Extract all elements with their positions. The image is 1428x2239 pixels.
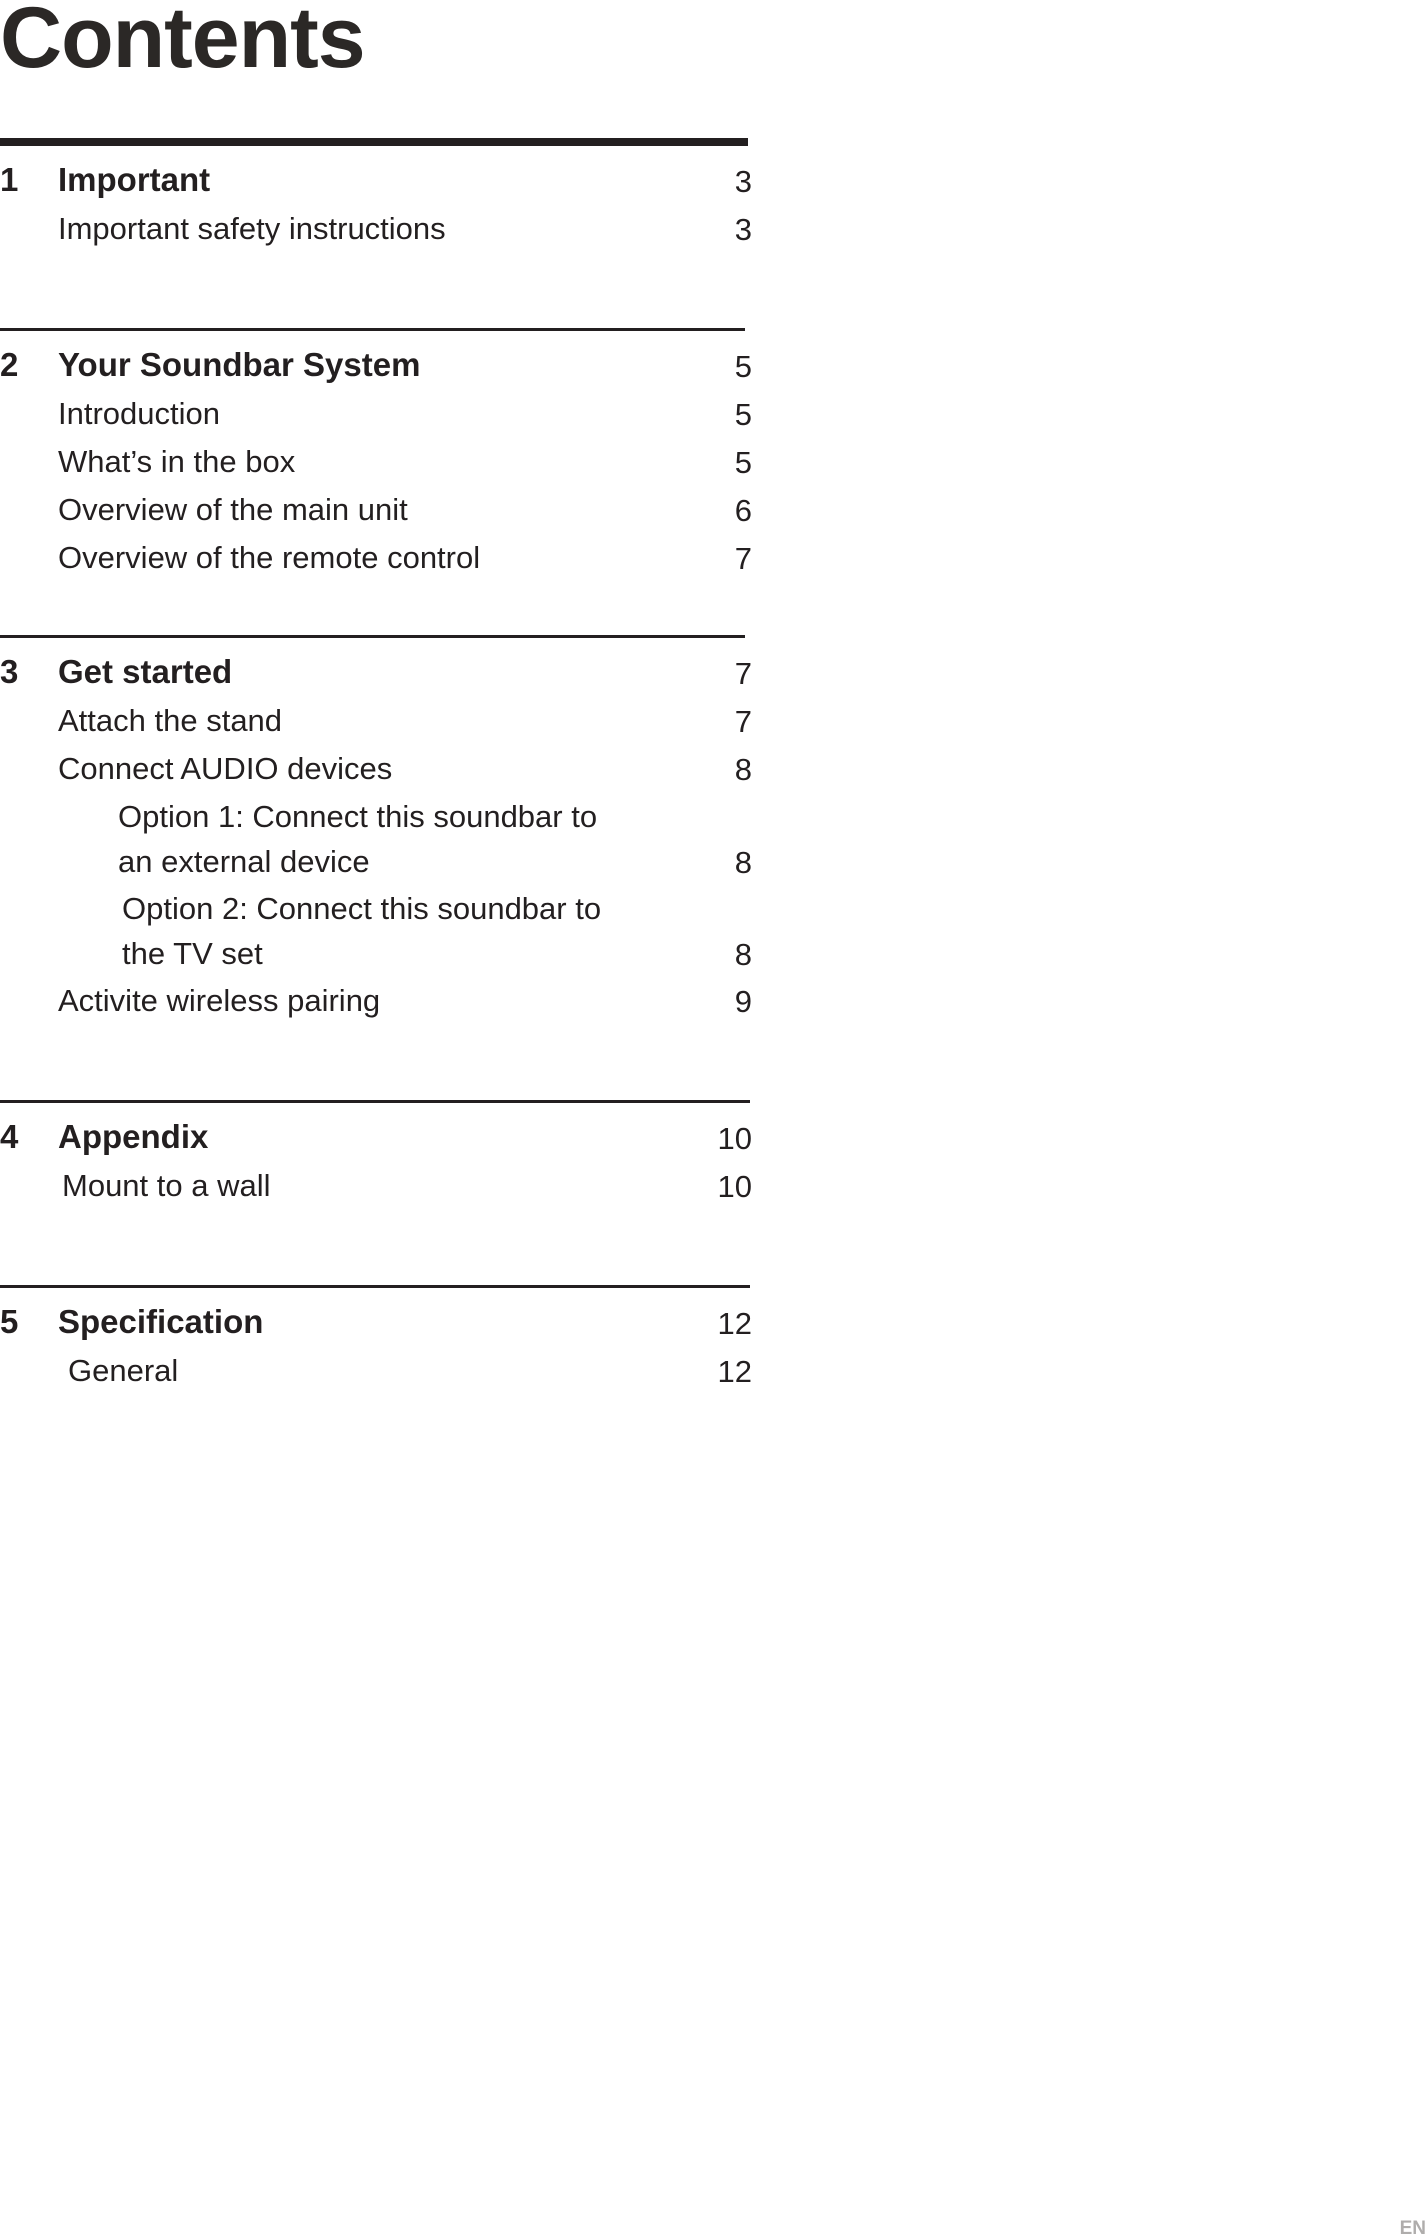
toc-entry-label: Mount to a wall bbox=[62, 1168, 271, 1203]
toc-entry-label: Attach the stand bbox=[58, 703, 283, 738]
toc-entry-page: 7 bbox=[734, 704, 752, 739]
section-number: 4 bbox=[0, 1118, 19, 1155]
toc-entry-page: 7 bbox=[734, 541, 752, 576]
toc-entry[interactable]: What’s in the box 5 bbox=[0, 439, 752, 487]
section-page-number: 7 bbox=[734, 656, 752, 691]
section-number: 2 bbox=[0, 346, 19, 383]
toc-section-heading[interactable]: 1 Important 3 bbox=[0, 158, 752, 206]
toc-entry-label: Connect AUDIO devices bbox=[58, 751, 393, 786]
section-title: Specification bbox=[58, 1303, 264, 1340]
page-edge-marker: EN bbox=[1399, 2218, 1426, 2239]
section-rule bbox=[0, 1100, 750, 1103]
toc-entry-page: 12 bbox=[717, 1354, 752, 1389]
toc-section-3: 3 Get started 7 Attach the stand 7 Conne… bbox=[0, 635, 752, 1100]
page-title: Contents bbox=[0, 0, 366, 86]
toc-entry-label: Introduction bbox=[58, 396, 220, 431]
toc-entry[interactable]: Introduction 5 bbox=[0, 391, 752, 439]
toc-entry-label: Overview of the remote control bbox=[58, 540, 481, 575]
toc-entry[interactable]: Overview of the remote control 7 bbox=[0, 535, 752, 583]
section-number: 3 bbox=[0, 653, 19, 690]
toc-section-1: 1 Important 3 Important safety instructi… bbox=[0, 138, 752, 328]
toc-section-heading[interactable]: 3 Get started 7 bbox=[0, 650, 752, 698]
toc-entry[interactable]: Mount to a wall 10 bbox=[0, 1163, 752, 1211]
toc-entry-option[interactable]: Option 2: Connect this soundbar to the T… bbox=[0, 886, 752, 978]
toc-entry-page: 6 bbox=[734, 493, 752, 528]
toc-entry[interactable]: Connect AUDIO devices 8 bbox=[0, 746, 752, 794]
toc-entry-page: 9 bbox=[734, 984, 752, 1019]
section-number: 1 bbox=[0, 161, 19, 198]
toc-entry[interactable]: General 12 bbox=[0, 1348, 752, 1396]
section-rule bbox=[0, 1285, 750, 1288]
toc-entry[interactable]: Activite wireless pairing 9 bbox=[0, 978, 752, 1026]
toc-entry-label: General bbox=[68, 1353, 179, 1388]
toc-entry-page: 8 bbox=[734, 937, 752, 972]
section-title: Get started bbox=[58, 653, 233, 690]
toc-entry-label: What’s in the box bbox=[58, 444, 296, 479]
toc-entry-page: 10 bbox=[717, 1169, 752, 1204]
toc-section-4: 4 Appendix 10 Mount to a wall 10 bbox=[0, 1100, 752, 1285]
toc-entry-label: Overview of the main unit bbox=[58, 492, 408, 527]
toc-entry-page: 5 bbox=[734, 445, 752, 480]
toc-section-2: 2 Your Soundbar System 5 Introduction 5 … bbox=[0, 328, 752, 635]
section-page-number: 5 bbox=[734, 349, 752, 384]
document-page: Contents 1 Important 3 Important safety … bbox=[0, 0, 1428, 2238]
toc-entry[interactable]: Attach the stand 7 bbox=[0, 698, 752, 746]
section-page-number: 10 bbox=[717, 1121, 752, 1156]
toc-entry-label: Activite wireless pairing bbox=[58, 983, 381, 1018]
toc-entry[interactable]: Important safety instructions 3 bbox=[0, 206, 752, 254]
toc-entry-page: 3 bbox=[734, 212, 752, 247]
table-of-contents: 1 Important 3 Important safety instructi… bbox=[0, 138, 752, 1396]
toc-entry-page: 5 bbox=[734, 397, 752, 432]
toc-entry-page: 8 bbox=[734, 845, 752, 880]
section-rule-thick bbox=[0, 138, 748, 146]
toc-entry-label: Important safety instructions bbox=[58, 211, 446, 246]
toc-entry-label: Option 1: Connect this soundbar to an ex… bbox=[118, 799, 598, 879]
section-title: Appendix bbox=[58, 1118, 209, 1155]
section-title: Your Soundbar System bbox=[58, 346, 421, 383]
toc-section-5: 5 Specification 12 General 12 bbox=[0, 1285, 752, 1396]
toc-entry-option[interactable]: Option 1: Connect this soundbar to an ex… bbox=[0, 794, 752, 886]
section-page-number: 3 bbox=[734, 164, 752, 199]
toc-entry[interactable]: Overview of the main unit 6 bbox=[0, 487, 752, 535]
toc-entry-page: 8 bbox=[734, 752, 752, 787]
toc-section-heading[interactable]: 4 Appendix 10 bbox=[0, 1115, 752, 1163]
toc-entry-label: Option 2: Connect this soundbar to the T… bbox=[122, 891, 602, 971]
section-number: 5 bbox=[0, 1303, 19, 1340]
section-page-number: 12 bbox=[717, 1306, 752, 1341]
section-rule bbox=[0, 635, 745, 638]
toc-section-heading[interactable]: 5 Specification 12 bbox=[0, 1300, 752, 1348]
section-title: Important bbox=[58, 161, 211, 198]
section-rule bbox=[0, 328, 745, 331]
toc-section-heading[interactable]: 2 Your Soundbar System 5 bbox=[0, 343, 752, 391]
